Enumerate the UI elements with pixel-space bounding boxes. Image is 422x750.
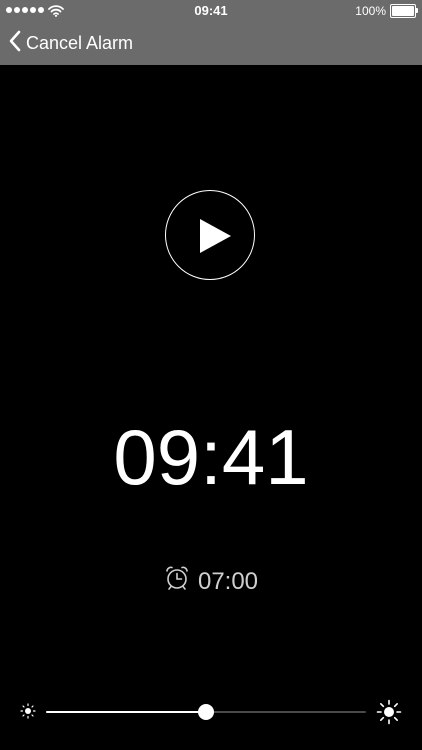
battery-icon: [390, 4, 418, 18]
brightness-slider[interactable]: [46, 704, 366, 720]
play-button[interactable]: [165, 190, 255, 280]
battery-percent: 100%: [355, 4, 386, 18]
current-time: 09:41: [113, 413, 309, 501]
status-bar: 09:41 100%: [0, 0, 422, 22]
brightness-slider-row: [0, 696, 422, 728]
chevron-left-icon: [8, 30, 22, 57]
alarm-screen: 09:41 100% Cancel Alarm 09:41 07:00: [0, 0, 422, 750]
sun-large-icon: [376, 699, 402, 730]
cancel-alarm-label: Cancel Alarm: [26, 33, 134, 53]
sun-small-icon: [20, 703, 36, 724]
alarm-time-row: 07:00: [0, 565, 422, 598]
alarm-clock-icon: [164, 565, 190, 598]
alarm-time: 07:00: [197, 567, 259, 595]
top-bar: 09:41 100% Cancel Alarm: [0, 0, 422, 65]
brightness-slider-fill: [46, 711, 206, 713]
battery-indicator: 100%: [355, 4, 418, 18]
cancel-alarm-button[interactable]: Cancel Alarm: [8, 30, 133, 57]
brightness-slider-thumb[interactable]: [198, 704, 214, 720]
